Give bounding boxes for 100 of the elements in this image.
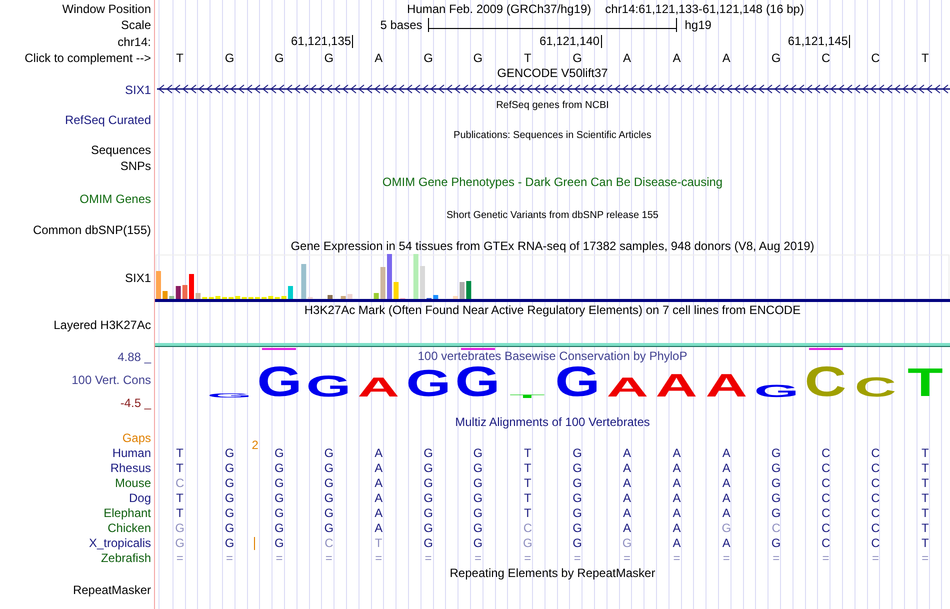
base-letter[interactable]: G (572, 50, 582, 64)
base-letter[interactable]: G (424, 50, 433, 64)
aligned-base: T (524, 490, 532, 504)
base-letter[interactable]: A (722, 50, 730, 64)
track-label: Human (112, 446, 151, 460)
aligned-base: G (324, 490, 334, 504)
aligned-base: G (224, 476, 234, 490)
aligned-base: A (672, 446, 681, 460)
base-letter[interactable]: G (324, 50, 334, 64)
position-text: chr14:61,121,133-61,121,148 (16 bp) (605, 2, 804, 16)
aligned-base: C (871, 476, 880, 490)
track-title: Multiz Alignments of 100 Vertebrates (455, 415, 650, 429)
track-label: Gaps (122, 430, 151, 444)
track-title: RefSeq genes from NCBI (496, 100, 609, 110)
logo-letter: A (606, 378, 648, 398)
logo-letter: G (554, 367, 600, 398)
scale-db: hg19 (684, 18, 712, 32)
base-letter[interactable]: G (771, 50, 781, 64)
aligned-base: G (274, 536, 284, 550)
aligned-base: G (473, 476, 483, 490)
aligned-base: = (822, 550, 830, 564)
track-label: Scale (120, 18, 151, 32)
position-tick: 61,121,145 (788, 35, 850, 48)
track-title: OMIM Gene Phenotypes - Dark Green Can Be Disease-causing (382, 175, 723, 189)
aligned-base: A (672, 506, 681, 520)
track-label: -4.5 _ (120, 396, 151, 410)
aligned-base: = (872, 550, 879, 564)
aligned-base: G (274, 490, 284, 504)
aligned-base: A (672, 460, 681, 474)
aligned-base: G (522, 536, 532, 550)
track-label: RepeatMasker (72, 583, 151, 597)
track-label: Rhesus (110, 460, 151, 474)
base-letter[interactable]: A (374, 50, 383, 64)
aligned-base: G (274, 460, 284, 474)
aligned-base: G (771, 476, 781, 490)
base-letter[interactable]: C (821, 50, 830, 64)
aligned-base: C (821, 476, 830, 490)
track-label: chr14: (118, 34, 151, 48)
track-label: SIX1 (124, 271, 151, 285)
aligned-base: C (871, 520, 880, 534)
aligned-base: C (871, 446, 880, 460)
aligned-base: G (572, 476, 582, 490)
track-label: Sequences (90, 143, 151, 157)
base-letter[interactable]: A (623, 50, 632, 64)
aligned-base: = (524, 550, 532, 564)
aligned-base: G (224, 536, 234, 550)
aligned-base: C (772, 520, 780, 534)
aligned-base: G (324, 460, 334, 474)
aligned-base: = (574, 550, 581, 564)
track-label: Window Position (62, 2, 151, 16)
base-letter[interactable]: C (871, 50, 880, 64)
track-title: Publications: Sequences in Scientific Articles (454, 130, 652, 140)
aligned-base: A (374, 476, 383, 490)
aligned-base: = (226, 550, 234, 564)
logo-letter: G (754, 385, 799, 398)
aligned-base: G (771, 506, 781, 520)
aligned-base: C (821, 460, 830, 474)
logo-letter: G (455, 367, 501, 398)
aligned-base: G (324, 446, 334, 460)
track-label: SNPs (120, 159, 151, 173)
base-letter[interactable]: G (473, 50, 483, 64)
aligned-base: G (771, 446, 781, 460)
aligned-base: G (274, 506, 284, 520)
aligned-base: G (771, 536, 781, 550)
aligned-base: G (572, 490, 582, 504)
logo-letter: C (804, 367, 847, 398)
aligned-base: G (224, 460, 234, 474)
track-label: SIX1 (124, 82, 151, 96)
aligned-base: = (424, 550, 432, 564)
aligned-base: A (672, 520, 681, 534)
aligned-base: = (276, 550, 283, 564)
aligned-base: A (722, 490, 730, 504)
aligned-base: = (772, 550, 780, 564)
logo-letter: G (256, 367, 302, 398)
aligned-base: G (424, 460, 433, 474)
aligned-base: T (176, 490, 184, 504)
aligned-base: C (821, 490, 830, 504)
track-label: RefSeq Curated (64, 113, 151, 127)
aligned-base: C (871, 506, 880, 520)
base-letter[interactable]: G (274, 50, 284, 64)
base-letter[interactable]: T (176, 50, 184, 64)
aligned-base: = (722, 550, 730, 564)
track-label: Dog (128, 490, 151, 504)
base-letter[interactable]: T (921, 50, 929, 64)
base-letter[interactable]: G (224, 50, 234, 64)
aligned-base: G (473, 490, 483, 504)
aligned-base: C (821, 446, 830, 460)
aligned-base: = (474, 550, 482, 564)
position-tick: 61,121,135 (291, 35, 354, 48)
base-letter[interactable]: T (524, 50, 532, 64)
aligned-base: A (623, 446, 632, 460)
track-label: Elephant (104, 506, 151, 520)
aligned-base: = (624, 550, 631, 564)
base-letter[interactable]: A (672, 50, 681, 64)
aligned-base: T (524, 476, 532, 490)
aligned-base: A (722, 536, 730, 550)
aligned-base: T (921, 490, 929, 504)
scale-text: 5 bases (380, 18, 424, 32)
logo-letter: G (306, 376, 352, 398)
aligned-base: G (224, 446, 234, 460)
